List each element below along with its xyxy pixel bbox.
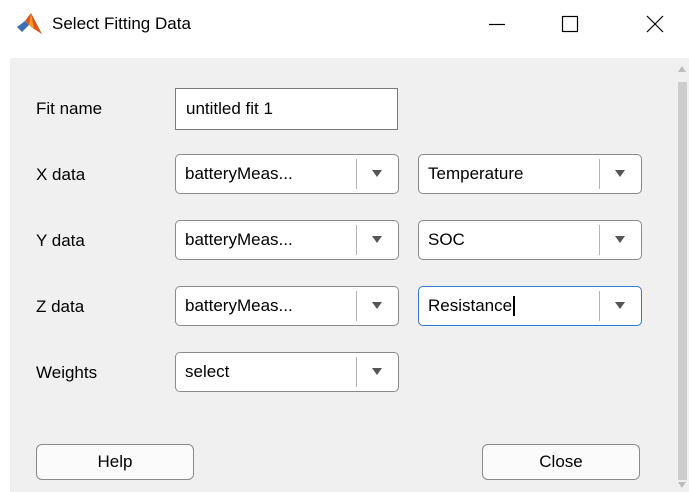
dropdown-arrow-icon — [615, 170, 625, 177]
separator — [599, 225, 600, 255]
dropdown-arrow-icon — [615, 302, 625, 309]
scrollbar-thumb[interactable] — [678, 82, 687, 480]
maximize-button[interactable] — [535, 0, 605, 48]
x-variable-value: Temperature — [428, 164, 524, 183]
y-workspace-select[interactable]: batteryMeas... — [175, 220, 399, 260]
separator — [356, 291, 357, 321]
weights-value: select — [185, 362, 230, 381]
help-button[interactable]: Help — [36, 444, 194, 480]
separator — [599, 291, 600, 321]
separator — [356, 159, 357, 189]
fit-name-input[interactable]: untitled fit 1 — [175, 88, 398, 130]
matlab-logo-icon — [17, 13, 42, 34]
title-bar[interactable]: Select Fitting Data — [0, 0, 689, 48]
x-workspace-value: batteryMeas... — [185, 164, 293, 183]
z-variable-select[interactable]: Resistance — [418, 286, 642, 326]
scroll-down-arrow-icon[interactable] — [678, 482, 686, 488]
separator — [599, 159, 600, 189]
z-data-label: Z data — [36, 297, 85, 316]
close-icon — [646, 15, 664, 33]
text-caret — [513, 296, 515, 316]
y-variable-value: SOC — [428, 230, 465, 249]
weights-select[interactable]: select — [175, 352, 399, 392]
y-data-label: Y data — [36, 231, 85, 250]
y-variable-select[interactable]: SOC — [418, 220, 642, 260]
fit-name-value: untitled fit 1 — [186, 99, 273, 118]
fit-name-label: Fit name — [36, 99, 103, 118]
minimize-icon — [489, 23, 505, 26]
x-workspace-select[interactable]: batteryMeas... — [175, 154, 399, 194]
separator — [356, 357, 357, 387]
z-workspace-select[interactable]: batteryMeas... — [175, 286, 399, 326]
separator — [356, 225, 357, 255]
close-button[interactable]: Close — [482, 444, 640, 480]
window-title: Select Fitting Data — [52, 14, 191, 33]
dropdown-arrow-icon — [615, 236, 625, 243]
dialog-content: Fit name untitled fit 1 X data batteryMe… — [10, 58, 676, 492]
x-data-label: X data — [36, 165, 86, 184]
close-window-button[interactable] — [620, 0, 689, 48]
help-button-label: Help — [97, 452, 133, 471]
dropdown-arrow-icon — [372, 236, 382, 243]
close-button-label: Close — [539, 452, 583, 471]
maximize-icon — [561, 15, 579, 33]
dropdown-arrow-icon — [372, 368, 382, 375]
z-variable-value: Resistance — [428, 296, 513, 315]
scroll-up-arrow-icon[interactable] — [678, 66, 686, 72]
minimize-button[interactable] — [462, 0, 532, 48]
weights-label: Weights — [36, 363, 98, 382]
z-workspace-value: batteryMeas... — [185, 296, 293, 315]
z-variable-field: Resistance — [428, 287, 515, 325]
vertical-scrollbar[interactable] — [676, 58, 689, 492]
dropdown-arrow-icon — [372, 302, 382, 309]
x-variable-select[interactable]: Temperature — [418, 154, 642, 194]
y-workspace-value: batteryMeas... — [185, 230, 293, 249]
dropdown-arrow-icon — [372, 170, 382, 177]
